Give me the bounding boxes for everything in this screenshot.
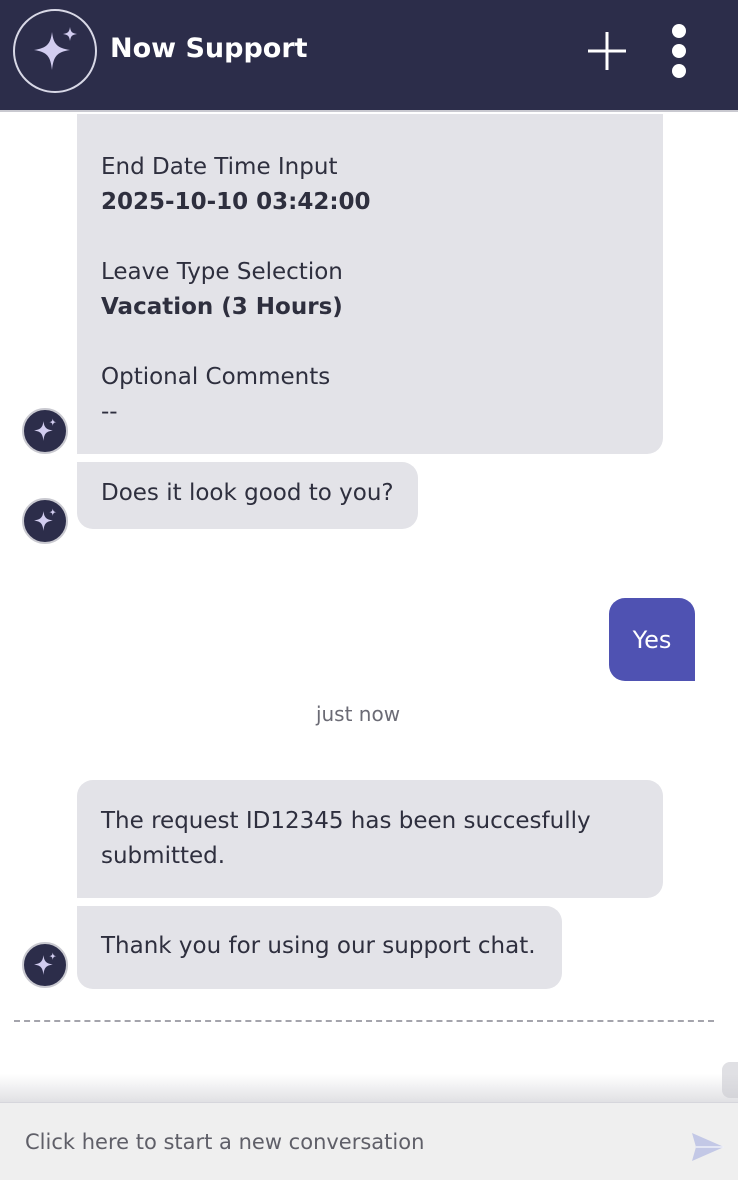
new-conversation-input[interactable]	[0, 1103, 680, 1180]
summary-field-label: Leave Type Selection	[101, 259, 343, 285]
sparkle-icon	[34, 418, 57, 441]
message-text: Yes	[632, 625, 672, 654]
bot-avatar	[22, 942, 68, 988]
new-conversation-button[interactable]	[586, 30, 628, 72]
composer-bar	[0, 1102, 738, 1180]
summary-field-label: Optional Comments	[101, 364, 331, 390]
summary-field-label: End Date Time Input	[101, 154, 338, 180]
header-title: Now Support	[110, 33, 308, 64]
sparkle-icon	[34, 27, 77, 70]
summary-field-value: --	[101, 399, 118, 425]
bot-message: The request ID12345 has been succesfully…	[77, 780, 663, 898]
bot-message: Does it look good to you?	[77, 462, 418, 529]
send-button[interactable]	[690, 1131, 726, 1163]
bot-avatar	[22, 498, 68, 544]
bot-message: Thank you for using our support chat.	[77, 906, 562, 989]
sparkle-icon	[34, 952, 57, 975]
sparkle-icon	[34, 508, 57, 531]
user-message: Yes	[609, 598, 695, 681]
chat-header: Now Support	[0, 0, 738, 112]
summary-field-value: 2025-10-10 03:42:00	[101, 189, 371, 215]
send-icon	[692, 1133, 724, 1161]
chat-transcript[interactable]: End Date Time Input 2025-10-10 03:42:00 …	[0, 114, 738, 1102]
summary-field-value: Vacation (3 Hours)	[101, 294, 343, 320]
message-timestamp: just now	[315, 702, 401, 726]
conversation-end-divider	[14, 1020, 714, 1022]
request-summary-message: End Date Time Input 2025-10-10 03:42:00 …	[77, 114, 663, 454]
message-text: Thank you for using our support chat.	[101, 933, 536, 959]
message-text: The request ID12345 has been succesfully…	[101, 808, 591, 869]
input-shadow	[0, 1074, 738, 1102]
bot-avatar	[22, 408, 68, 454]
more-options-button[interactable]	[666, 24, 692, 80]
message-text: Does it look good to you?	[101, 480, 394, 506]
bot-avatar	[13, 9, 97, 93]
plus-icon	[588, 32, 626, 70]
